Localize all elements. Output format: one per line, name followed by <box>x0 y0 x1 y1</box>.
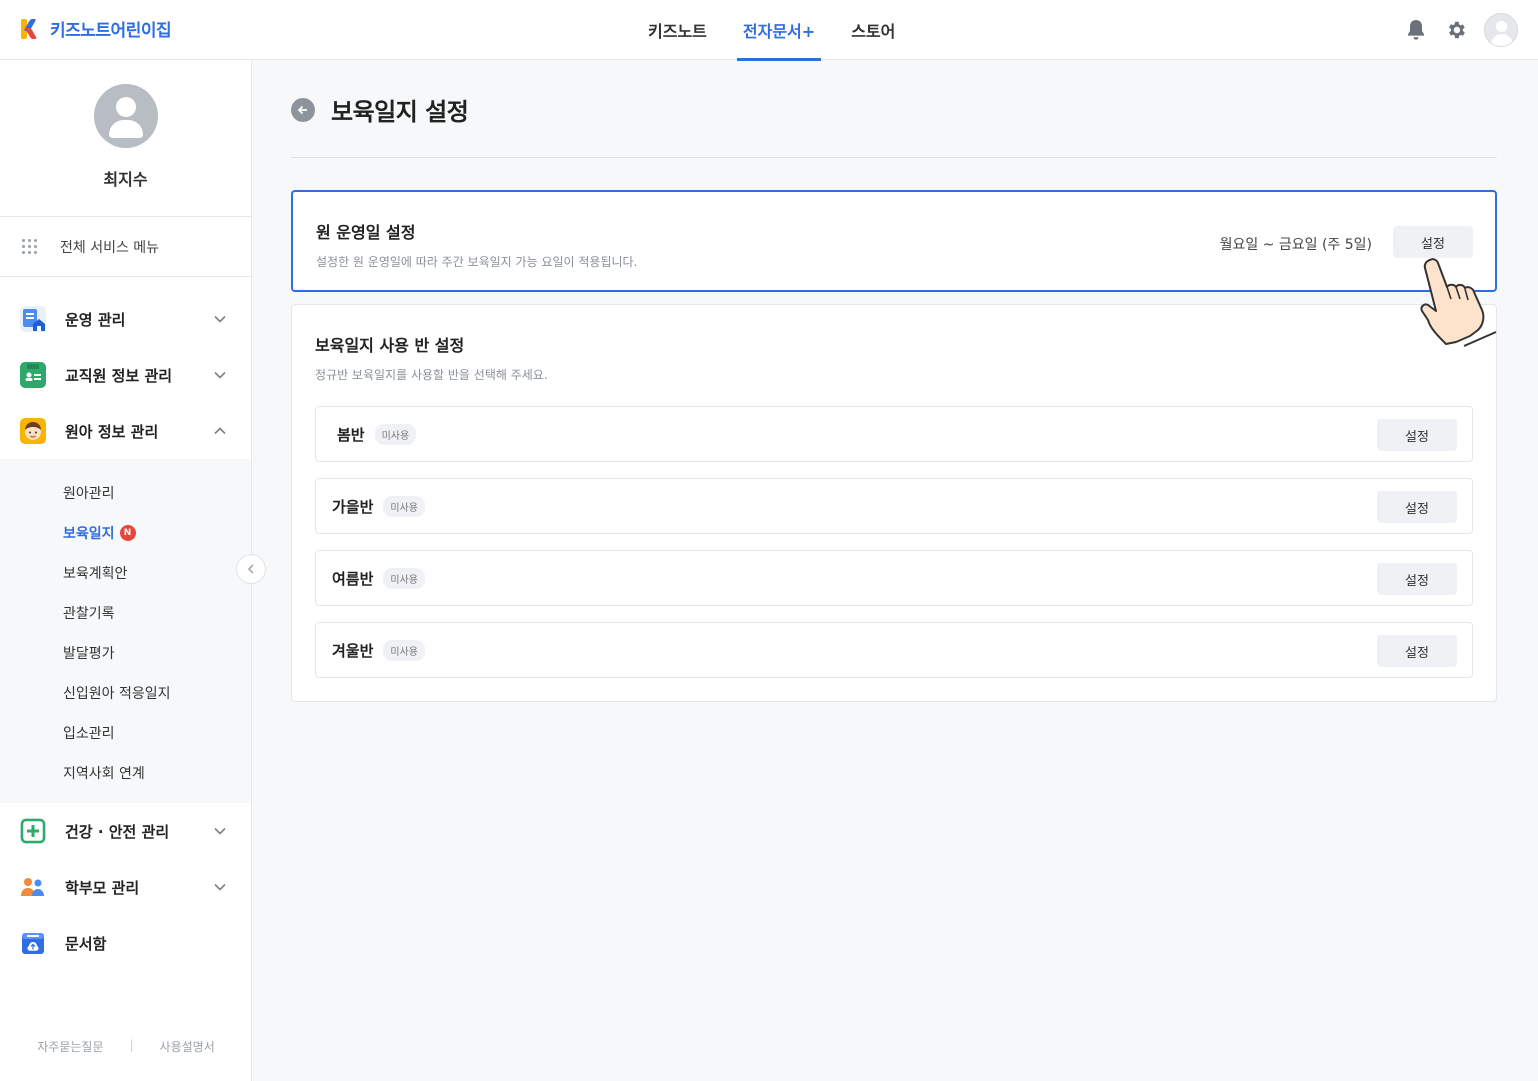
top-nav: 키즈노트 전자문서+ 스토어 <box>630 0 913 61</box>
bell-icon[interactable] <box>1404 13 1428 47</box>
status-badge: 미사용 <box>383 567 426 589</box>
kidsnote-logo-icon <box>20 17 42 41</box>
class-settings-button[interactable]: 설정 <box>1377 635 1457 667</box>
submenu-item-care-plan[interactable]: 보육계획안 <box>0 553 251 593</box>
submenu-item-community[interactable]: 지역사회 연계 <box>0 753 251 793</box>
sidebar-item-documents[interactable]: 문서함 <box>0 915 251 971</box>
footer-separator: | <box>129 1038 134 1052</box>
new-badge: N <box>119 525 136 541</box>
sidebar-collapse-button[interactable] <box>236 554 266 584</box>
chevron-down-icon <box>214 827 226 835</box>
class-settings-button[interactable]: 설정 <box>1377 419 1457 451</box>
page-header: 보육일지 설정 <box>291 60 1497 158</box>
top-bar: 키즈노트어린이집 키즈노트 전자문서+ 스토어 <box>0 0 1538 61</box>
main-content: 보육일지 설정 원 운영일 설정 설정한 원 운영일에 따라 주간 보육일지 가… <box>291 60 1497 702</box>
operating-days-card: 원 운영일 설정 설정한 원 운영일에 따라 주간 보육일지 가능 요일이 적용… <box>291 190 1497 292</box>
top-right-actions <box>1404 13 1518 47</box>
submenu-item-observation[interactable]: 관찰기록 <box>0 593 251 633</box>
sidebar: 최지수 전체 서비스 메뉴 운영 관리 교직원 정보 관리 원아 정보 관리 원… <box>0 60 252 1081</box>
nav-kidsnote[interactable]: 키즈노트 <box>630 0 725 60</box>
class-settings-button[interactable]: 설정 <box>1377 491 1457 523</box>
medical-icon <box>20 818 46 844</box>
status-badge: 미사용 <box>383 639 426 661</box>
profile-section: 최지수 <box>0 60 251 217</box>
all-services-menu[interactable]: 전체 서비스 메뉴 <box>0 217 251 277</box>
class-settings-title: 보육일지 사용 반 설정 <box>315 336 465 355</box>
sidebar-item-children[interactable]: 원아 정보 관리 <box>0 403 251 459</box>
chevron-down-icon <box>214 371 226 379</box>
manual-link[interactable]: 사용설명서 <box>160 1038 215 1055</box>
operating-days-settings-button[interactable]: 설정 <box>1393 226 1473 258</box>
user-avatar[interactable] <box>1484 13 1518 47</box>
class-row: 봄반 미사용 설정 <box>315 406 1473 462</box>
profile-avatar <box>94 84 158 148</box>
parents-icon <box>20 874 46 900</box>
chevron-down-icon <box>214 315 226 323</box>
class-settings-button[interactable]: 설정 <box>1377 563 1457 595</box>
submenu-item-adaptation-diary[interactable]: 신입원아 적응일지 <box>0 673 251 713</box>
sidebar-item-operations[interactable]: 운영 관리 <box>0 291 251 347</box>
pointing-hand-icon <box>1420 258 1497 347</box>
class-name: 가을반 <box>332 497 374 516</box>
building-icon <box>20 306 46 332</box>
id-card-icon <box>20 362 46 388</box>
submenu-item-development[interactable]: 발달평가 <box>0 633 251 673</box>
sidebar-item-label: 문서함 <box>65 934 107 953</box>
class-settings-card: 보육일지 사용 반 설정 정규반 보육일지를 사용할 반을 선택해 주세요. 봄… <box>291 304 1497 702</box>
gear-icon[interactable] <box>1444 13 1468 47</box>
brand-name: 키즈노트어린이집 <box>50 21 172 41</box>
chevron-left-icon <box>247 564 254 574</box>
operating-days-description: 설정한 원 운영일에 따라 주간 보육일지 가능 요일이 적용됩니다. <box>316 255 638 269</box>
nav-edocs[interactable]: 전자문서+ <box>725 0 833 61</box>
operating-days-value: 월요일 ~ 금요일 (주 5일) <box>1219 237 1372 253</box>
sidebar-item-label: 운영 관리 <box>65 310 126 329</box>
sidebar-item-health-safety[interactable]: 건강 · 안전 관리 <box>0 803 251 859</box>
submenu-item-child-management[interactable]: 원아관리 <box>0 473 251 513</box>
class-name: 여름반 <box>332 569 374 588</box>
arrow-left-icon <box>297 105 307 114</box>
folder-icon <box>20 930 46 956</box>
status-badge: 미사용 <box>374 423 417 445</box>
page-title: 보육일지 설정 <box>331 98 469 126</box>
chevron-up-icon <box>214 427 226 435</box>
sidebar-item-label: 건강 · 안전 관리 <box>65 822 170 841</box>
sidebar-item-label: 교직원 정보 관리 <box>65 366 173 385</box>
sidebar-item-label: 학부모 관리 <box>65 878 140 897</box>
faq-link[interactable]: 자주묻는질문 <box>37 1038 103 1055</box>
sidebar-item-staff[interactable]: 교직원 정보 관리 <box>0 347 251 403</box>
submenu-item-care-diary[interactable]: 보육일지 N <box>0 513 251 553</box>
operating-days-title: 원 운영일 설정 <box>316 223 416 242</box>
children-submenu: 원아관리 보육일지 N 보육계획안 관찰기록 발달평가 신입원아 적응일지 입소… <box>0 459 251 803</box>
nav-store[interactable]: 스토어 <box>833 0 913 60</box>
profile-name: 최지수 <box>103 170 148 189</box>
status-badge: 미사용 <box>383 495 426 517</box>
class-name: 봄반 <box>337 425 365 444</box>
class-row: 여름반 미사용 설정 <box>315 550 1473 606</box>
class-row: 겨울반 미사용 설정 <box>315 622 1473 678</box>
all-services-label: 전체 서비스 메뉴 <box>60 239 160 256</box>
sidebar-menu: 운영 관리 교직원 정보 관리 원아 정보 관리 원아관리 보육일지 N 보육계… <box>0 277 251 971</box>
sidebar-item-parents[interactable]: 학부모 관리 <box>0 859 251 915</box>
sidebar-footer: 자주묻는질문 | 사용설명서 <box>0 1038 252 1055</box>
back-button[interactable] <box>291 97 315 122</box>
sidebar-item-label: 원아 정보 관리 <box>65 422 159 441</box>
child-face-icon <box>20 418 46 444</box>
brand[interactable]: 키즈노트어린이집 <box>20 16 172 41</box>
grid-dots-icon <box>22 238 38 255</box>
class-row: 가을반 미사용 설정 <box>315 478 1473 534</box>
class-settings-description: 정규반 보육일지를 사용할 반을 선택해 주세요. <box>315 368 548 382</box>
chevron-down-icon <box>214 883 226 891</box>
submenu-item-admission[interactable]: 입소관리 <box>0 713 251 753</box>
class-name: 겨울반 <box>332 641 374 660</box>
